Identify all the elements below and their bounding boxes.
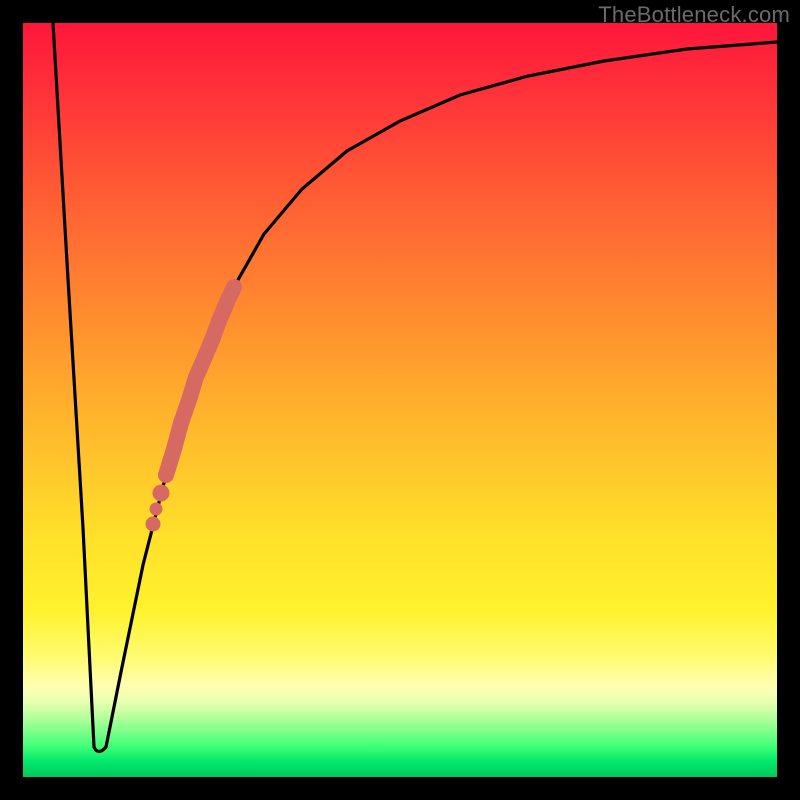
chart-frame: TheBottleneck.com <box>0 0 800 800</box>
highlight-dot <box>150 503 163 516</box>
watermark-text: TheBottleneck.com <box>598 2 790 28</box>
highlight-dot <box>153 485 170 502</box>
plot-area <box>23 23 777 777</box>
bottleneck-curve <box>53 23 777 752</box>
highlight-segment <box>166 287 234 475</box>
highlight-dot <box>146 517 161 532</box>
curve-layer <box>23 23 777 777</box>
